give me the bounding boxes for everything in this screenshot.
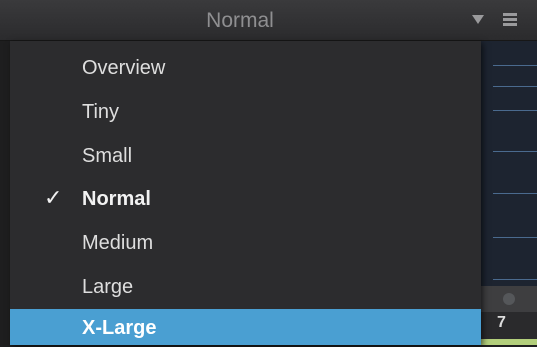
grid-line: [493, 237, 537, 238]
track-number: 7: [497, 314, 506, 331]
menu-item-label: Normal: [82, 188, 151, 210]
green-strip: [481, 339, 537, 345]
menu-item-label: Small: [82, 145, 133, 167]
menu-item-tiny[interactable]: Tiny: [10, 90, 481, 134]
grid-line: [493, 193, 537, 194]
grid-line: [493, 279, 537, 280]
view-size-header[interactable]: Normal: [0, 0, 537, 41]
grid-line: [493, 65, 537, 66]
menu-item-label: Overview: [82, 57, 166, 79]
menu-item-label: Tiny: [82, 101, 120, 123]
track-side-panel: 7: [481, 41, 537, 345]
menu-item-label: X-Large: [82, 317, 157, 339]
grid-line: [493, 86, 537, 87]
menu-item-overview[interactable]: Overview: [10, 46, 481, 90]
size-dropdown-menu: Overview Tiny Small ✓ Normal Medium Larg…: [10, 41, 481, 345]
menu-item-label: Large: [82, 276, 134, 298]
checkmark-icon: ✓: [44, 186, 63, 211]
menu-lines-icon[interactable]: [503, 13, 517, 27]
grid-line: [493, 110, 537, 111]
menu-item-medium[interactable]: Medium: [10, 221, 481, 265]
grid-line: [493, 151, 537, 152]
record-dot-icon[interactable]: [503, 293, 515, 305]
menu-item-normal[interactable]: ✓ Normal: [10, 177, 481, 221]
menu-item-x-large[interactable]: X-Large: [10, 309, 481, 345]
dropdown-arrow-icon[interactable]: [472, 15, 484, 24]
header-title: Normal: [206, 9, 274, 32]
menu-item-small[interactable]: Small: [10, 134, 481, 178]
menu-item-large[interactable]: Large: [10, 265, 481, 309]
menu-item-label: Medium: [82, 232, 154, 254]
